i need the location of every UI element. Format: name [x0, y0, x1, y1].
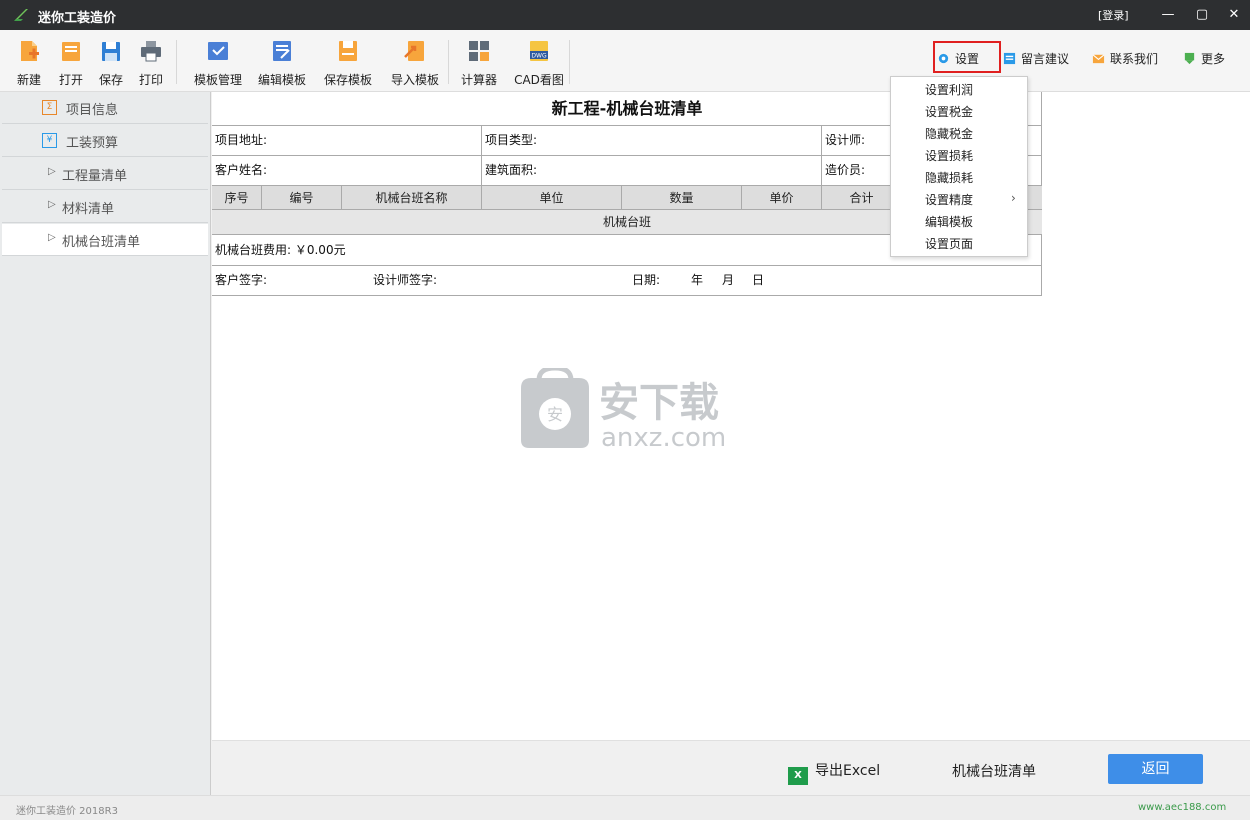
- more-button[interactable]: 更多: [1183, 50, 1225, 72]
- submenu-arrow-icon: ›: [1011, 191, 1016, 205]
- sidebar-item-project-info[interactable]: Σ 项目信息: [2, 92, 208, 124]
- project-type-label: 项目类型:: [485, 133, 538, 147]
- calculator-button[interactable]: 计算器: [459, 37, 499, 89]
- save-button[interactable]: 保存: [96, 37, 126, 89]
- menu-item-hide-loss[interactable]: 隐藏损耗: [925, 169, 973, 189]
- new-file-icon: [21, 41, 39, 61]
- save-icon: [102, 42, 120, 61]
- toolbar: 新建 打开 保存 打印 模板管理 编辑模板 保存模板 导入模板 计算器 DWG …: [0, 30, 1250, 92]
- column-header: 机械台班名称: [342, 186, 482, 209]
- settings-dropdown-menu: 设置利润 设置税金 隐藏税金 设置损耗 隐藏损耗 设置精度 › 编辑模板 设置页…: [890, 76, 1028, 257]
- triangle-right-icon: ▷: [48, 199, 56, 210]
- edit-template-button[interactable]: 编辑模板: [256, 37, 308, 89]
- toolbar-separator: [569, 40, 570, 84]
- svg-text:安: 安: [547, 405, 563, 424]
- calculator-icon: [469, 41, 489, 61]
- watermark: 安 安下载 anxz.com: [521, 368, 726, 450]
- sidebar-item-quantity-list[interactable]: ▷ 工程量清单: [2, 158, 208, 190]
- svg-text:DWG: DWG: [531, 53, 547, 60]
- menu-item-edit-template[interactable]: 编辑模板: [925, 213, 973, 233]
- feedback-button[interactable]: 留言建议: [1003, 50, 1069, 72]
- export-excel-button[interactable]: X 导出Excel: [788, 760, 880, 785]
- signature-row: 客户签字: 设计师签字: 日期: 年 月 日: [212, 266, 1042, 296]
- customer-name-label: 客户姓名:: [215, 163, 268, 177]
- sidebar-item-machinery-list[interactable]: ▷ 机械台班清单: [2, 224, 208, 256]
- import-template-icon: [404, 41, 424, 61]
- menu-item-page-setup[interactable]: 设置页面: [925, 235, 973, 255]
- toolbar-separator: [448, 40, 449, 84]
- print-button[interactable]: 打印: [136, 37, 166, 89]
- close-button[interactable]: ✕: [1224, 5, 1244, 25]
- building-area-label: 建筑面积:: [485, 163, 538, 177]
- current-sheet-name: 机械台班清单: [952, 764, 1036, 780]
- login-link[interactable]: [登录]: [1098, 7, 1129, 23]
- triangle-right-icon: ▷: [48, 166, 56, 177]
- sidebar-item-budget[interactable]: ¥ 工装预算: [2, 125, 208, 157]
- designer-signature-label: 设计师签字:: [373, 273, 438, 287]
- sidebar: Σ 项目信息 ¥ 工装预算 ▷ 工程量清单 ▷ 材料清单 ▷ 机械台班清单: [0, 92, 211, 795]
- machinery-fee-total: 机械台班费用: ￥0.00元: [215, 243, 346, 257]
- status-bar: 迷你工装造价 2018R3 www.aec188.com: [0, 795, 1250, 820]
- title-bar: 迷你工装造价 [登录] — ▢ ✕: [0, 0, 1250, 30]
- save-template-button[interactable]: 保存模板: [322, 37, 374, 89]
- settings-highlight-box: [933, 41, 1001, 73]
- app-logo-icon: [14, 9, 28, 21]
- cost-estimator-label: 造价员:: [825, 163, 866, 177]
- template-manage-icon: [208, 42, 228, 60]
- sigma-icon: Σ: [42, 100, 57, 115]
- year-label: 年: [691, 273, 704, 287]
- customer-signature-label: 客户签字:: [215, 273, 268, 287]
- watermark-text-en: anxz.com: [601, 423, 726, 450]
- bottom-action-bar: X 导出Excel 机械台班清单 返回: [212, 740, 1250, 795]
- column-header: 编号: [262, 186, 342, 209]
- dwg-icon: DWG: [530, 41, 548, 61]
- yuan-icon: ¥: [42, 133, 57, 148]
- minimize-button[interactable]: —: [1158, 5, 1178, 25]
- toolbar-separator: [176, 40, 177, 84]
- open-folder-icon: [62, 42, 80, 61]
- more-icon: [1184, 52, 1195, 65]
- menu-item-set-loss[interactable]: 设置损耗: [925, 147, 973, 167]
- menu-item-set-tax[interactable]: 设置税金: [925, 103, 973, 123]
- day-label: 日: [752, 273, 765, 287]
- back-button[interactable]: 返回: [1108, 754, 1203, 784]
- menu-item-set-profit[interactable]: 设置利润: [925, 81, 973, 101]
- designer-label: 设计师:: [825, 133, 866, 147]
- contact-us-button[interactable]: 联系我们: [1092, 50, 1158, 72]
- sidebar-item-material-list[interactable]: ▷ 材料清单: [2, 191, 208, 223]
- column-header: 单价: [742, 186, 822, 209]
- message-icon: [1003, 52, 1016, 65]
- triangle-right-icon: ▷: [48, 232, 56, 243]
- print-icon: [141, 41, 161, 62]
- column-header: 单位: [482, 186, 622, 209]
- maximize-button[interactable]: ▢: [1192, 5, 1212, 25]
- edit-template-icon: [273, 41, 291, 61]
- column-header: 序号: [212, 186, 262, 209]
- project-address-label: 项目地址:: [215, 133, 268, 147]
- new-button[interactable]: 新建: [12, 37, 46, 89]
- date-label: 日期:: [632, 273, 661, 287]
- month-label: 月: [722, 273, 735, 287]
- open-button[interactable]: 打开: [56, 37, 86, 89]
- cad-viewer-button[interactable]: DWG CAD看图: [512, 37, 566, 89]
- menu-item-set-precision[interactable]: 设置精度: [925, 191, 973, 211]
- template-manage-button[interactable]: 模板管理: [192, 37, 244, 89]
- mail-icon: [1092, 54, 1105, 64]
- save-template-icon: [339, 41, 357, 61]
- version-label: 迷你工装造价 2018R3: [16, 806, 118, 817]
- window-title: 迷你工装造价: [38, 11, 117, 26]
- import-template-button[interactable]: 导入模板: [389, 37, 441, 89]
- excel-icon: X: [788, 767, 808, 785]
- column-header: 数量: [622, 186, 742, 209]
- watermark-text-cn: 安下载: [599, 380, 719, 426]
- menu-item-hide-tax[interactable]: 隐藏税金: [925, 125, 973, 145]
- website-link[interactable]: www.aec188.com: [1138, 802, 1226, 813]
